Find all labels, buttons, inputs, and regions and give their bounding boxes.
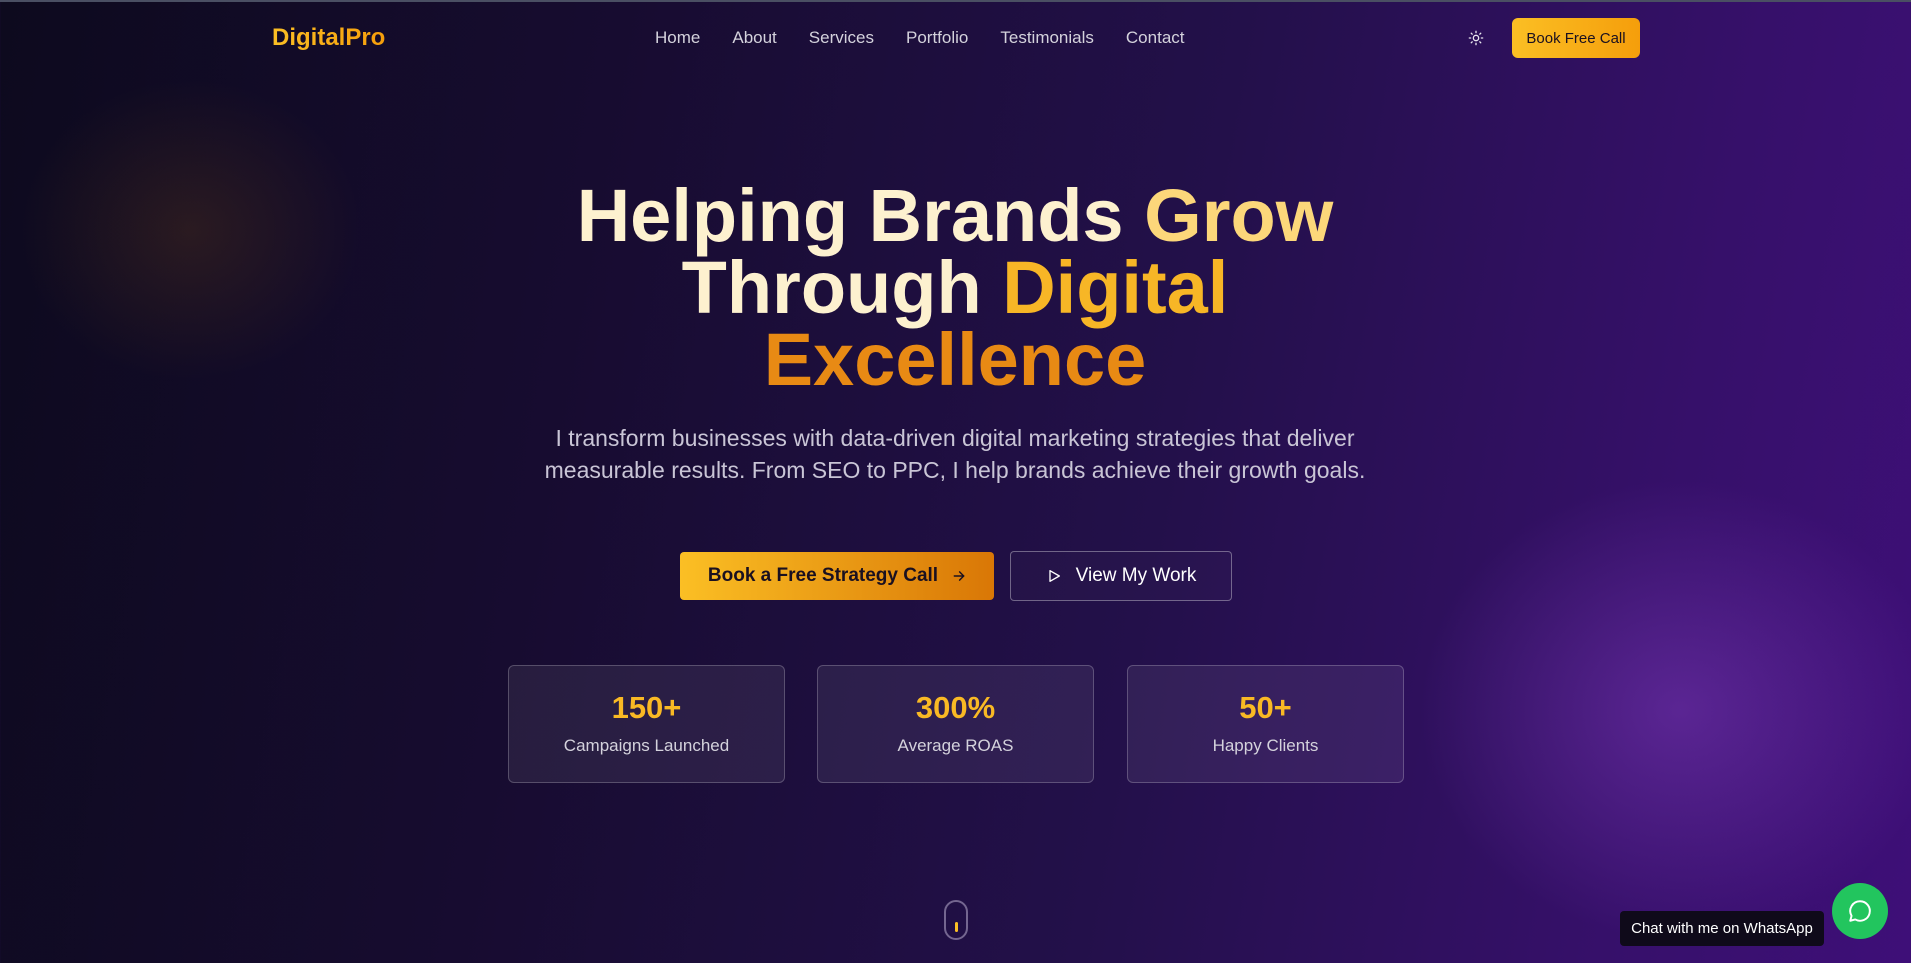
stat-label: Happy Clients (1212, 736, 1319, 755)
background-glow-purple (1420, 480, 1911, 940)
view-my-work-button[interactable]: View My Work (1010, 551, 1232, 601)
play-icon (1048, 570, 1060, 582)
sun-icon (1468, 30, 1484, 46)
whatsapp-chat-icon (1849, 900, 1871, 922)
nav-link-home[interactable]: Home (655, 28, 700, 48)
nav-link-about[interactable]: About (732, 28, 776, 48)
book-free-call-button[interactable]: Book Free Call (1512, 18, 1640, 58)
headline-word: Digital (1002, 246, 1229, 329)
whatsapp-tooltip: Chat with me on WhatsApp (1620, 911, 1824, 946)
headline-word: Helping (576, 174, 849, 257)
main-nav: Home About Services Portfolio Testimonia… (655, 28, 1185, 48)
stat-value: 50+ (1239, 690, 1292, 725)
nav-link-contact[interactable]: Contact (1126, 28, 1185, 48)
stat-value: 150+ (611, 690, 682, 725)
whatsapp-chat-button[interactable] (1832, 883, 1888, 939)
arrow-right-icon (953, 571, 965, 581)
hero-subtitle: I transform businesses with data-driven … (544, 425, 1366, 483)
nav-link-portfolio[interactable]: Portfolio (906, 28, 968, 48)
stat-value: 300% (915, 690, 996, 725)
headline-word: Excellence (763, 318, 1147, 401)
stat-card-campaigns: 150+ Campaigns Launched (508, 665, 785, 783)
book-strategy-call-button[interactable]: Book a Free Strategy Call (680, 552, 994, 600)
headline-word: Through (681, 246, 982, 329)
scroll-dot (955, 922, 958, 932)
scroll-down-indicator[interactable] (944, 900, 968, 940)
stat-label: Campaigns Launched (563, 736, 730, 755)
hero-headline: Helping Brands Grow Through Digital Exce… (455, 179, 1455, 397)
brand-logo[interactable]: DigitalPro (272, 24, 385, 52)
stat-card-roas: 300% Average ROAS (817, 665, 1094, 783)
headline-word: Grow (1144, 174, 1334, 257)
stat-card-clients: 50+ Happy Clients (1127, 665, 1404, 783)
top-border (0, 0, 1911, 2)
secondary-cta-label: View My Work (1075, 565, 1197, 586)
stat-label: Average ROAS (897, 736, 1014, 755)
primary-cta-label: Book a Free Strategy Call (707, 565, 939, 586)
theme-toggle-button[interactable] (1464, 26, 1488, 50)
nav-link-services[interactable]: Services (809, 28, 874, 48)
nav-link-testimonials[interactable]: Testimonials (1000, 28, 1094, 48)
background-glow-amber (20, 80, 360, 380)
headline-word: Brands (868, 174, 1124, 257)
